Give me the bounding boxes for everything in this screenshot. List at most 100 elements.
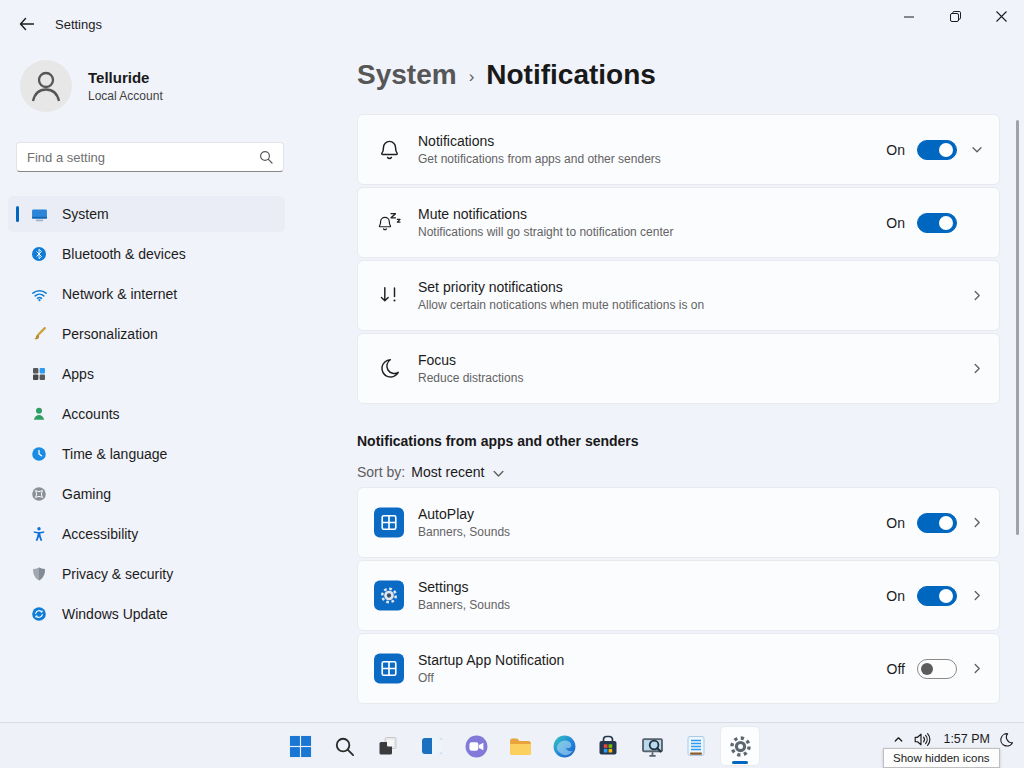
card-subtitle: Get notifications from apps and other se… bbox=[418, 152, 886, 166]
sidebar-item-label: Gaming bbox=[62, 486, 111, 502]
breadcrumb-parent[interactable]: System bbox=[357, 57, 457, 93]
sidebar-item-label: Accessibility bbox=[62, 526, 138, 542]
apps-icon bbox=[30, 365, 48, 383]
volume-button[interactable] bbox=[914, 732, 931, 747]
taskbar-tb-chat-button[interactable] bbox=[456, 726, 496, 766]
sidebar-item-label: Network & internet bbox=[62, 286, 177, 302]
sidebar-nav: System Bluetooth & devices Network & int… bbox=[8, 196, 285, 636]
sidebar-item-network-internet[interactable]: Network & internet bbox=[8, 276, 285, 312]
chevron-right-icon[interactable] bbox=[971, 516, 983, 529]
toggle-state-label: On bbox=[886, 588, 905, 604]
toggle-state-label: On bbox=[886, 515, 905, 531]
chevron-right-icon[interactable] bbox=[971, 289, 983, 302]
app-name: AutoPlay bbox=[418, 506, 886, 522]
taskbar-tb-edge-button[interactable] bbox=[544, 726, 584, 766]
app-card-autoplay[interactable]: AutoPlay Banners, Sounds On bbox=[357, 487, 1000, 558]
card-mute-notifications[interactable]: Mute notifications Notifications will go… bbox=[357, 187, 1000, 258]
taskbar-start-button[interactable] bbox=[280, 726, 320, 766]
app-name: Settings bbox=[418, 579, 886, 595]
app-card-startup-app-notification[interactable]: Startup App Notification Off Off bbox=[357, 633, 1000, 704]
card-title: Focus bbox=[418, 352, 957, 368]
chevron-right-icon[interactable] bbox=[971, 662, 983, 675]
scrollbar[interactable] bbox=[1016, 120, 1019, 535]
app-card-settings[interactable]: Settings Banners, Sounds On bbox=[357, 560, 1000, 631]
sidebar-item-label: Privacy & security bbox=[62, 566, 173, 582]
back-button[interactable] bbox=[12, 12, 40, 36]
toggle-switch[interactable] bbox=[917, 140, 957, 160]
tb-taskview-icon bbox=[420, 734, 444, 758]
bluetooth-icon bbox=[30, 245, 48, 263]
toggle-state-label: On bbox=[886, 215, 905, 231]
toggle-switch[interactable] bbox=[917, 659, 957, 679]
section-title: Notifications from apps and other sender… bbox=[357, 432, 1000, 450]
search-input[interactable] bbox=[17, 150, 259, 165]
card-title: Notifications bbox=[418, 133, 886, 149]
priority-icon bbox=[374, 283, 404, 308]
sidebar-item-accessibility[interactable]: Accessibility bbox=[8, 516, 285, 552]
sidebar-item-label: Windows Update bbox=[62, 606, 168, 622]
user-account-type: Local Account bbox=[88, 89, 163, 103]
network-icon bbox=[30, 285, 48, 303]
taskbar-tb-settings-button[interactable] bbox=[720, 726, 760, 766]
sidebar-item-gaming[interactable]: Gaming bbox=[8, 476, 285, 512]
taskbar-tb-store-button[interactable] bbox=[588, 726, 628, 766]
chevron-down-icon[interactable] bbox=[971, 143, 983, 156]
taskbar-tb-stack-button[interactable] bbox=[368, 726, 408, 766]
breadcrumb: System › Notifications bbox=[357, 55, 1000, 95]
settings-cards: Notifications Get notifications from app… bbox=[357, 114, 1000, 404]
taskbar-tb-taskview-button[interactable] bbox=[412, 726, 452, 766]
toggle-switch[interactable] bbox=[917, 586, 957, 606]
sidebar-item-apps[interactable]: Apps bbox=[8, 356, 285, 392]
toggle-knob bbox=[939, 516, 953, 530]
toggle-knob bbox=[939, 143, 953, 157]
app-name: Startup App Notification bbox=[418, 652, 887, 668]
card-set-priority-notifications[interactable]: Set priority notifications Allow certain… bbox=[357, 260, 1000, 331]
taskbar-tb-search-button[interactable] bbox=[324, 726, 364, 766]
tb-chat-icon bbox=[464, 734, 489, 759]
tb-search-icon bbox=[334, 736, 355, 757]
card-title: Set priority notifications bbox=[418, 279, 957, 295]
sidebar-item-windows-update[interactable]: Windows Update bbox=[8, 596, 285, 632]
card-subtitle: Notifications will go straight to notifi… bbox=[418, 225, 886, 239]
taskbar-tb-notepad-button[interactable] bbox=[676, 726, 716, 766]
accessibility-icon bbox=[30, 525, 48, 543]
breadcrumb-current: Notifications bbox=[486, 57, 656, 93]
show-hidden-icons-button[interactable] bbox=[892, 733, 905, 746]
sort-dropdown[interactable]: Sort by: Most recent bbox=[357, 463, 1000, 481]
sidebar-item-personalization[interactable]: Personalization bbox=[8, 316, 285, 352]
focus-assist-icon[interactable] bbox=[999, 732, 1014, 747]
sidebar-item-bluetooth-devices[interactable]: Bluetooth & devices bbox=[8, 236, 285, 272]
tb-explorer-icon bbox=[508, 734, 533, 759]
update-icon bbox=[30, 605, 48, 623]
main-content: System › Notifications Notifications Get… bbox=[357, 0, 1000, 706]
taskbar-tb-explorer-button[interactable] bbox=[500, 726, 540, 766]
sidebar-item-label: Personalization bbox=[62, 326, 158, 342]
app-subtitle: Off bbox=[418, 671, 887, 685]
breadcrumb-separator-icon: › bbox=[469, 59, 475, 95]
sidebar-item-privacy-security[interactable]: Privacy & security bbox=[8, 556, 285, 592]
gaming-icon bbox=[30, 485, 48, 503]
bell-icon bbox=[374, 137, 404, 162]
toggle-state-label: On bbox=[886, 142, 905, 158]
sort-label: Sort by: bbox=[357, 464, 405, 480]
app-title: Settings bbox=[55, 17, 102, 32]
system-icon bbox=[30, 205, 48, 223]
sidebar-item-accounts[interactable]: Accounts bbox=[8, 396, 285, 432]
sidebar-item-time-language[interactable]: Time & language bbox=[8, 436, 285, 472]
chevron-right-icon[interactable] bbox=[971, 589, 983, 602]
toggle-knob bbox=[939, 216, 953, 230]
toggle-switch[interactable] bbox=[917, 513, 957, 533]
moon-icon bbox=[374, 356, 404, 381]
card-notifications[interactable]: Notifications Get notifications from app… bbox=[357, 114, 1000, 185]
sidebar-item-label: Bluetooth & devices bbox=[62, 246, 186, 262]
sidebar-item-system[interactable]: System bbox=[8, 196, 285, 232]
card-focus[interactable]: Focus Reduce distractions bbox=[357, 333, 1000, 404]
search-box bbox=[16, 142, 284, 172]
toggle-switch[interactable] bbox=[917, 213, 957, 233]
chevron-right-icon[interactable] bbox=[971, 362, 983, 375]
selected-indicator bbox=[16, 206, 19, 222]
sidebar-item-label: Time & language bbox=[62, 446, 167, 462]
clock[interactable]: 1:57 PM bbox=[943, 732, 990, 746]
taskbar-tb-monitor-search-button[interactable] bbox=[632, 726, 672, 766]
tb-store-icon bbox=[596, 734, 620, 758]
